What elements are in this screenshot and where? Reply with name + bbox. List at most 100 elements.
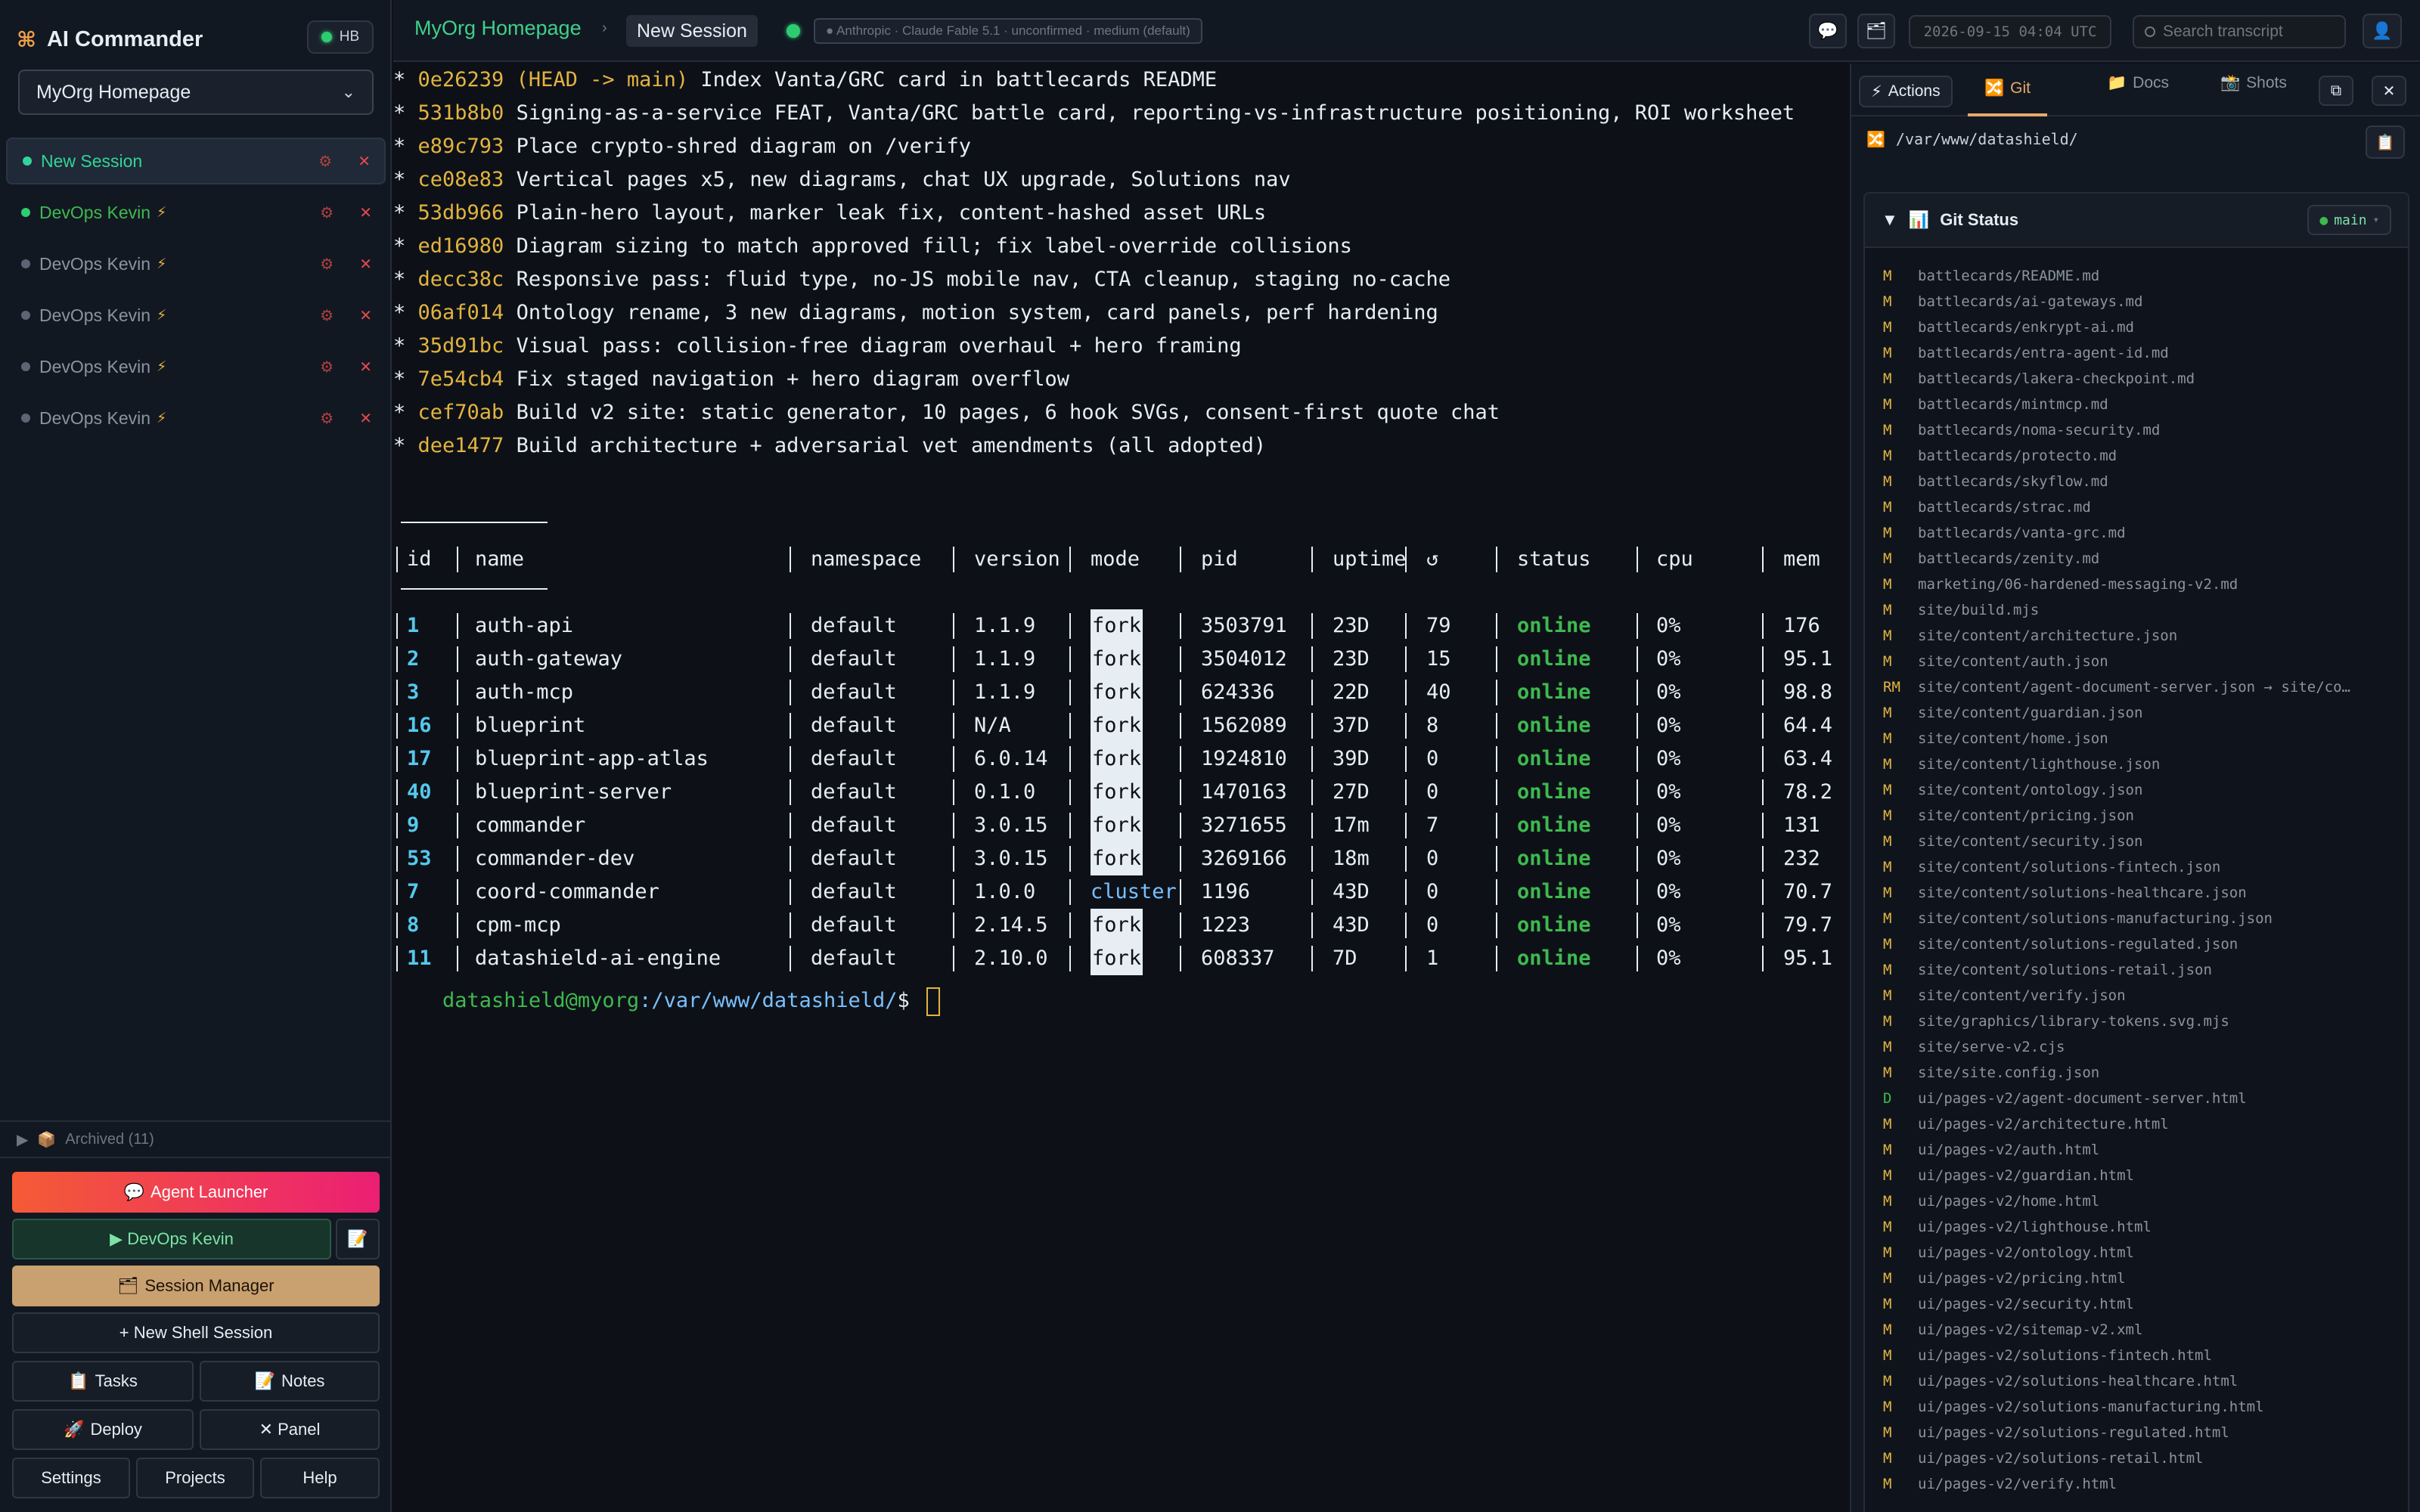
session-item[interactable]: DevOps Kevin ⚡ ⚙ ✕ <box>6 189 386 236</box>
changed-file-item[interactable]: Mbattlecards/README.md <box>1883 263 2408 289</box>
close-icon[interactable]: ✕ <box>359 409 372 428</box>
breadcrumb-session[interactable]: New Session <box>626 15 758 47</box>
settings-icon[interactable]: ⚙ <box>320 306 334 325</box>
close-icon[interactable]: ✕ <box>358 152 371 171</box>
changed-file-item[interactable]: Dui/pages-v2/agent-document-server.html <box>1883 1086 2408 1111</box>
heartbeat-badge[interactable]: HB <box>307 20 374 54</box>
project-select[interactable]: MyOrg Homepage ⌄ <box>18 70 374 115</box>
changed-file-item[interactable]: Mbattlecards/mintmcp.md <box>1883 392 2408 417</box>
close-icon[interactable]: ✕ <box>359 358 372 376</box>
changed-file-item[interactable]: Mbattlecards/strac.md <box>1883 494 2408 520</box>
help-button[interactable]: Help <box>260 1458 380 1498</box>
notes-button[interactable]: 📝 Notes <box>200 1361 380 1402</box>
changed-file-item[interactable]: Msite/graphics/library-tokens.svg.mjs <box>1883 1009 2408 1034</box>
close-icon[interactable]: ✕ <box>359 306 372 325</box>
changed-file-item[interactable]: Mbattlecards/protecto.md <box>1883 443 2408 469</box>
changed-file-item[interactable]: Mui/pages-v2/solutions-fintech.html <box>1883 1343 2408 1368</box>
changed-file-item[interactable]: Mbattlecards/vanta-grc.md <box>1883 520 2408 546</box>
changed-file-item[interactable]: Mbattlecards/zenity.md <box>1883 546 2408 572</box>
branch-select[interactable]: ● main ▾ <box>2307 205 2391 235</box>
tab-actions[interactable]: ⚡ Actions <box>1859 76 1953 107</box>
changed-file-item[interactable]: Mbattlecards/ai-gateways.md <box>1883 289 2408 314</box>
deploy-button[interactable]: 🚀 Deploy <box>12 1409 194 1450</box>
changed-file-item[interactable]: Msite/content/home.json <box>1883 726 2408 751</box>
tab-shots[interactable]: 📸 Shots <box>2220 74 2287 92</box>
changed-file-item[interactable]: Mui/pages-v2/solutions-retail.html <box>1883 1445 2408 1471</box>
tab-git[interactable]: 🔀 Git <box>1968 64 2047 116</box>
changed-file-item[interactable]: Mbattlecards/noma-security.md <box>1883 417 2408 443</box>
changed-file-item[interactable]: Msite/content/guardian.json <box>1883 700 2408 726</box>
changed-file-item[interactable]: Msite/content/pricing.json <box>1883 803 2408 829</box>
changed-file-item[interactable]: RM site/content/agent-document-server.jso… <box>1883 674 2408 700</box>
settings-icon[interactable]: ⚙ <box>320 255 334 274</box>
changed-file-item[interactable]: Mui/pages-v2/pricing.html <box>1883 1266 2408 1291</box>
breadcrumb-project[interactable]: MyOrg Homepage <box>414 17 582 40</box>
changed-file-item[interactable]: Mui/pages-v2/home.html <box>1883 1188 2408 1214</box>
run-devops-kevin-button[interactable]: ▶ DevOps Kevin <box>12 1219 331 1259</box>
session-manager-button[interactable]: 🗂 Session Manager <box>12 1266 380 1306</box>
user-menu-button[interactable]: 👤 <box>2363 14 2402 48</box>
settings-icon[interactable]: ⚙ <box>318 152 332 171</box>
changed-file-item[interactable]: Msite/build.mjs <box>1883 597 2408 623</box>
archived-toggle[interactable]: ▶ 📦 Archived (11) <box>0 1120 392 1158</box>
close-icon[interactable]: ✕ <box>359 203 372 222</box>
new-shell-session-button[interactable]: + New Shell Session <box>12 1312 380 1353</box>
changed-file-item[interactable]: Mui/pages-v2/auth.html <box>1883 1137 2408 1163</box>
changed-file-item[interactable]: Msite/content/solutions-retail.json <box>1883 957 2408 983</box>
close-icon[interactable]: ✕ <box>359 255 372 274</box>
changed-file-item[interactable]: Msite/content/security.json <box>1883 829 2408 854</box>
changed-file-item[interactable]: Msite/content/verify.json <box>1883 983 2408 1009</box>
model-indicator[interactable]: ● Anthropic · Claude Fable 5.1 · unconfi… <box>814 18 1202 44</box>
session-item[interactable]: New Session ⚙ ✕ <box>6 138 386 184</box>
projects-button[interactable]: Projects <box>136 1458 254 1498</box>
file-browser-button[interactable]: 🗂 <box>1857 14 1895 48</box>
changed-file-item[interactable]: Mui/pages-v2/ontology.html <box>1883 1240 2408 1266</box>
agent-launcher-button[interactable]: 💬 Agent Launcher <box>12 1172 380 1213</box>
close-panel-button[interactable]: ✕ Panel <box>200 1409 380 1450</box>
changed-file-item[interactable]: Mui/pages-v2/solutions-healthcare.html <box>1883 1368 2408 1394</box>
changed-file-item[interactable]: Msite/content/solutions-healthcare.json <box>1883 880 2408 906</box>
tasks-button[interactable]: 📋 Tasks <box>12 1361 194 1402</box>
changed-file-item[interactable]: Msite/content/lighthouse.json <box>1883 751 2408 777</box>
settings-icon[interactable]: ⚙ <box>320 358 334 376</box>
shell-prompt[interactable]: datashield@myorg:/var/www/datashield/$ <box>393 951 941 1016</box>
changed-file-item[interactable]: Msite/serve-v2.cjs <box>1883 1034 2408 1060</box>
search-transcript-input[interactable]: Search transcript <box>2133 15 2346 48</box>
changed-file-item[interactable]: Mui/pages-v2/guardian.html <box>1883 1163 2408 1188</box>
changed-file-item[interactable]: Msite/content/auth.json <box>1883 649 2408 674</box>
changed-file-item[interactable]: Mui/pages-v2/architecture.html <box>1883 1111 2408 1137</box>
changed-file-item[interactable]: Mbattlecards/entra-agent-id.md <box>1883 340 2408 366</box>
changed-file-item[interactable]: Mui/pages-v2/lighthouse.html <box>1883 1214 2408 1240</box>
tab-docs[interactable]: 📁 Docs <box>2107 74 2169 92</box>
settings-icon[interactable]: ⚙ <box>320 203 334 222</box>
changed-file-item[interactable]: Mbattlecards/enkrypt-ai.md <box>1883 314 2408 340</box>
changed-file-item[interactable]: Msite/content/architecture.json <box>1883 623 2408 649</box>
changed-file-item[interactable]: Mui/pages-v2/solutions-regulated.html <box>1883 1420 2408 1445</box>
changed-file-item[interactable]: Mbattlecards/lakera-checkpoint.md <box>1883 366 2408 392</box>
terminal[interactable]: * 0e26239 (HEAD -> main) Index Vanta/GRC… <box>393 64 1848 1512</box>
settings-button[interactable]: Settings <box>12 1458 130 1498</box>
changed-file-item[interactable]: Msite/content/solutions-manufacturing.js… <box>1883 906 2408 931</box>
changed-file-item[interactable]: Msite/site.config.json <box>1883 1060 2408 1086</box>
session-item[interactable]: DevOps Kevin ⚡ ⚙ ✕ <box>6 292 386 339</box>
session-item[interactable]: DevOps Kevin ⚡ ⚙ ✕ <box>6 395 386 442</box>
table-divider <box>1637 746 1638 772</box>
changed-file-item[interactable]: Msite/content/solutions-fintech.json <box>1883 854 2408 880</box>
settings-icon[interactable]: ⚙ <box>320 409 334 428</box>
changed-file-item[interactable]: Mui/pages-v2/sitemap-v2.xml <box>1883 1317 2408 1343</box>
session-item[interactable]: DevOps Kevin ⚡ ⚙ ✕ <box>6 240 386 287</box>
copy-path-button[interactable]: 📋 <box>2366 125 2405 159</box>
changed-file-item[interactable]: Mui/pages-v2/verify.html <box>1883 1471 2408 1497</box>
popout-button[interactable]: ⧉ <box>2319 76 2353 106</box>
changed-file-item[interactable]: Msite/content/ontology.json <box>1883 777 2408 803</box>
changed-file-item[interactable]: Msite/content/solutions-regulated.json <box>1883 931 2408 957</box>
changed-file-item[interactable]: Mui/pages-v2/security.html <box>1883 1291 2408 1317</box>
git-status-header[interactable]: ▼ 📊 Git Status ● main ▾ <box>1865 194 2408 248</box>
memo-button[interactable]: 📝 <box>336 1219 380 1259</box>
session-item[interactable]: DevOps Kevin ⚡ ⚙ ✕ <box>6 343 386 390</box>
close-panel-x-button[interactable]: ✕ <box>2372 76 2406 106</box>
changed-file-item[interactable]: Mbattlecards/skyflow.md <box>1883 469 2408 494</box>
changed-file-item[interactable]: Mmarketing/06-hardened-messaging-v2.md <box>1883 572 2408 597</box>
chat-toggle-button[interactable]: 💬 <box>1809 14 1847 48</box>
changed-file-item[interactable]: Mui/pages-v2/solutions-manufacturing.htm… <box>1883 1394 2408 1420</box>
